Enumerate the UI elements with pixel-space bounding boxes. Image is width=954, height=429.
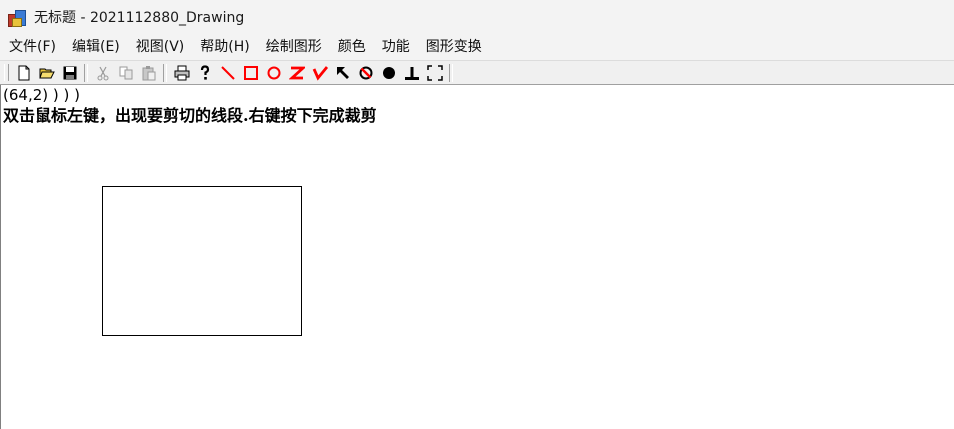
draw-circle-icon	[267, 66, 280, 79]
toolbar-separator	[449, 63, 453, 82]
menu-help[interactable]: 帮助(H)	[191, 34, 256, 60]
paste-icon	[142, 65, 155, 80]
copy-button[interactable]	[114, 63, 137, 83]
menu-draw-shapes[interactable]: 绘制图形	[257, 34, 329, 60]
perpendicular-button[interactable]	[400, 63, 423, 83]
draw-line-icon	[220, 65, 235, 80]
save-button[interactable]	[58, 63, 81, 83]
toolbar-grip[interactable]	[4, 64, 9, 81]
new-file-button[interactable]	[12, 63, 35, 83]
draw-rectangle-icon	[243, 65, 258, 80]
open-folder-icon	[38, 68, 55, 78]
print-icon	[174, 65, 189, 80]
arrow-button[interactable]	[331, 63, 354, 83]
menu-function[interactable]: 功能	[373, 34, 417, 60]
print-button[interactable]	[170, 63, 193, 83]
draw-line-button[interactable]	[216, 63, 239, 83]
coordinate-readout: (64,2) ) ) )	[3, 86, 80, 104]
filled-circle-button[interactable]	[377, 63, 400, 83]
draw-z-icon	[288, 66, 305, 79]
app-icon[interactable]	[8, 8, 26, 27]
save-icon	[63, 66, 76, 79]
window-title: 无标题 - 2021112880_Drawing	[34, 10, 245, 26]
draw-check-button[interactable]	[308, 63, 331, 83]
menu-color[interactable]: 颜色	[329, 34, 373, 60]
draw-rectangle-button[interactable]	[239, 63, 262, 83]
selection-frame-button[interactable]	[423, 63, 446, 83]
cut-button[interactable]	[91, 63, 114, 83]
drawing-canvas[interactable]: (64,2) ) ) ) 双击鼠标左键，出现要剪切的线段.右键按下完成裁剪	[0, 85, 954, 429]
open-button[interactable]	[35, 63, 58, 83]
paste-button[interactable]	[137, 63, 160, 83]
new-file-icon	[18, 65, 29, 80]
perpendicular-icon	[404, 66, 419, 80]
instruction-text: 双击鼠标左键，出现要剪切的线段.右键按下完成裁剪	[3, 106, 377, 125]
menu-bar: 文件(F) 编辑(E) 视图(V) 帮助(H) 绘制图形 颜色 功能 图形变换	[0, 34, 954, 60]
menu-file[interactable]: 文件(F)	[0, 34, 63, 60]
help-icon	[200, 64, 209, 80]
selection-frame-icon	[426, 64, 443, 81]
toolbar	[0, 60, 954, 85]
draw-z-button[interactable]	[285, 63, 308, 83]
copy-icon	[119, 66, 132, 79]
arrow-up-left-icon	[336, 66, 349, 79]
cut-icon	[97, 66, 108, 80]
filled-circle-icon	[382, 66, 395, 79]
menu-transform[interactable]: 图形变换	[417, 34, 489, 60]
no-fill-icon	[359, 66, 372, 79]
help-button[interactable]	[193, 63, 216, 83]
title-bar: 无标题 - 2021112880_Drawing	[0, 0, 954, 34]
menu-view[interactable]: 视图(V)	[127, 34, 192, 60]
clip-window-rectangle	[102, 186, 302, 336]
menu-edit[interactable]: 编辑(E)	[63, 34, 127, 60]
no-fill-button[interactable]	[354, 63, 377, 83]
toolbar-separator	[163, 63, 167, 82]
toolbar-separator	[84, 63, 88, 82]
draw-check-icon	[312, 65, 328, 81]
draw-circle-button[interactable]	[262, 63, 285, 83]
